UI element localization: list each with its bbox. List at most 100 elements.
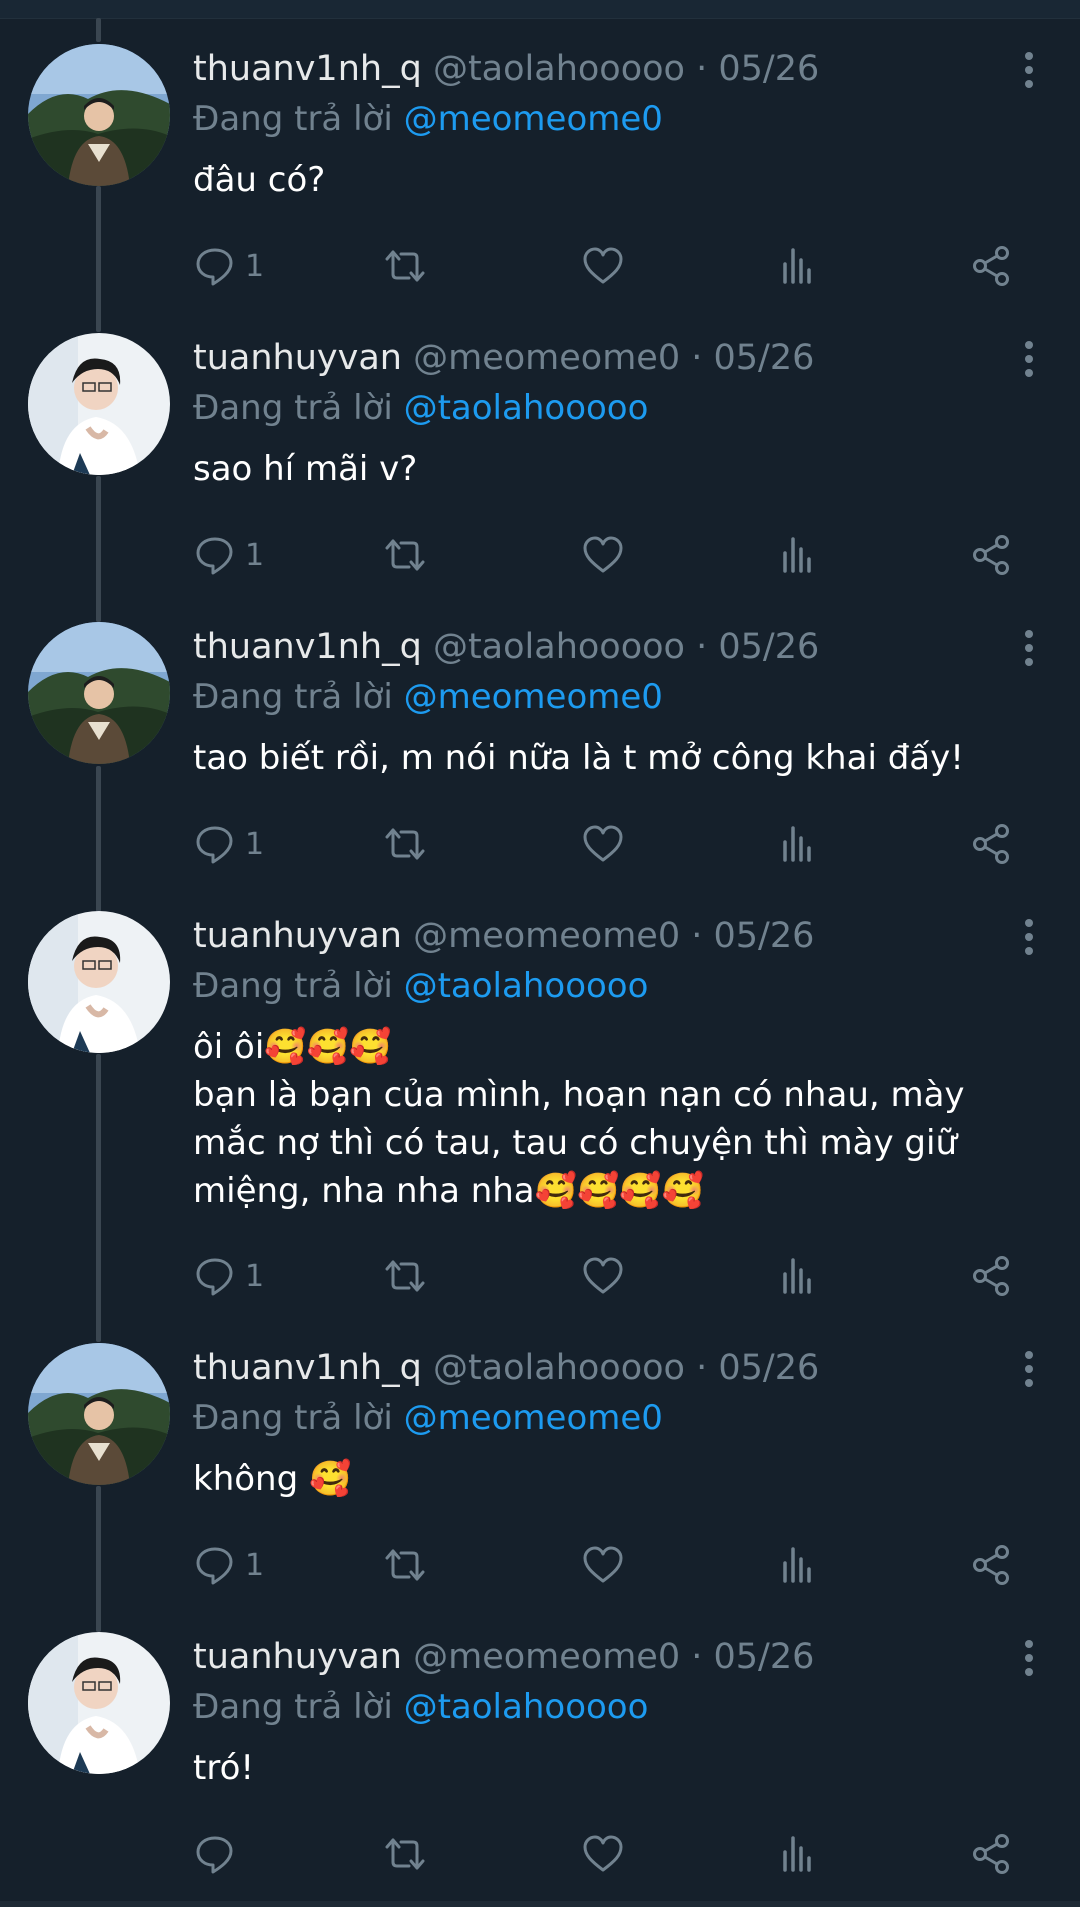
views-button[interactable] (775, 1250, 819, 1302)
replying-to-label: Đang trả lời (193, 1687, 393, 1727)
share-button[interactable] (969, 529, 1013, 581)
tweet-date[interactable]: 05/26 (718, 1348, 819, 1388)
heart-icon (583, 825, 623, 862)
reply-button[interactable]: 1 (193, 1250, 264, 1302)
share-button[interactable] (969, 1539, 1013, 1591)
like-button[interactable] (581, 818, 625, 870)
share-button[interactable] (969, 240, 1013, 292)
replying-to-label: Đang trả lời (193, 1398, 393, 1438)
reply-button[interactable]: 1 (193, 529, 264, 581)
views-button[interactable] (775, 529, 819, 581)
tweet-text: tao biết rồi, m nói nữa là t mở công kha… (193, 738, 964, 778)
share-icon (973, 246, 1009, 286)
retweet-icon (385, 1260, 425, 1292)
separator: · (691, 916, 703, 956)
reply-button[interactable] (193, 1828, 245, 1880)
analytics-icon (783, 1258, 811, 1294)
retweet-button[interactable] (383, 1250, 427, 1302)
tweet-text: sao hí mãi v? (193, 449, 418, 489)
more-vertical-icon[interactable] (1018, 630, 1040, 670)
like-button[interactable] (581, 1828, 625, 1880)
author-handle[interactable]: @taolahooooo (433, 49, 685, 89)
tweet-actions (193, 1828, 1023, 1880)
avatar[interactable] (28, 622, 170, 764)
retweet-button[interactable] (383, 1539, 427, 1591)
more-vertical-icon[interactable] (1018, 1640, 1040, 1680)
tweet-date[interactable]: 05/26 (718, 49, 819, 89)
like-button[interactable] (581, 1250, 625, 1302)
thread-line (96, 476, 101, 622)
like-button[interactable] (581, 240, 625, 292)
reply-mention[interactable]: @meomeome0 (404, 99, 663, 139)
share-icon (973, 1256, 1009, 1296)
views-button[interactable] (775, 1828, 819, 1880)
replying-to-label: Đang trả lời (193, 966, 393, 1006)
more-vertical-icon[interactable] (1018, 1351, 1040, 1391)
like-button[interactable] (581, 529, 625, 581)
avatar[interactable] (28, 911, 170, 1053)
tweet-date[interactable]: 05/26 (718, 627, 819, 667)
views-button[interactable] (775, 1539, 819, 1591)
author-name[interactable]: tuanhuyvan (193, 338, 402, 378)
reply-button[interactable]: 1 (193, 240, 264, 292)
views-button[interactable] (775, 818, 819, 870)
retweet-button[interactable] (383, 240, 427, 292)
thread-line (96, 766, 101, 912)
avatar[interactable] (28, 44, 170, 186)
reply-icon (196, 248, 233, 286)
reply-button[interactable]: 1 (193, 1539, 264, 1591)
author-handle[interactable]: @taolahooooo (433, 1348, 685, 1388)
analytics-icon (783, 1836, 811, 1872)
avatar-tuanhuyvan-image (28, 333, 170, 475)
author-name[interactable]: tuanhuyvan (193, 916, 402, 956)
retweet-button[interactable] (383, 818, 427, 870)
tweet-actions: 1 (193, 1539, 1023, 1591)
thread-line (96, 1054, 101, 1342)
author-handle[interactable]: @meomeome0 (413, 916, 680, 956)
more-vertical-icon[interactable] (1018, 341, 1040, 381)
share-icon (973, 1834, 1009, 1874)
reply-mention[interactable]: @taolahooooo (404, 966, 649, 1006)
tweet-date[interactable]: 05/26 (714, 338, 815, 378)
replying-to-label: Đang trả lời (193, 99, 393, 139)
retweet-button[interactable] (383, 1828, 427, 1880)
tweet-date[interactable]: 05/26 (714, 1637, 815, 1677)
like-button[interactable] (581, 1539, 625, 1591)
share-icon (973, 535, 1009, 575)
reply-mention[interactable]: @taolahooooo (404, 1687, 649, 1727)
heart-icon (583, 536, 623, 573)
author-handle[interactable]: @meomeome0 (413, 338, 680, 378)
share-button[interactable] (969, 1250, 1013, 1302)
tweet-date[interactable]: 05/26 (714, 916, 815, 956)
reply-button[interactable]: 1 (193, 818, 264, 870)
author-name[interactable]: tuanhuyvan (193, 1637, 402, 1677)
reply-count: 1 (245, 1258, 265, 1294)
retweet-icon (385, 250, 425, 282)
tweet-text: đâu có? (193, 160, 326, 200)
retweet-icon (385, 1549, 425, 1581)
avatar[interactable] (28, 333, 170, 475)
avatar[interactable] (28, 1343, 170, 1485)
reply-icon (196, 1547, 233, 1585)
reply-mention[interactable]: @meomeome0 (404, 1398, 663, 1438)
author-handle[interactable]: @meomeome0 (413, 1637, 680, 1677)
author-name[interactable]: thuanv1nh_q (193, 49, 422, 89)
retweet-button[interactable] (383, 529, 427, 581)
share-icon (973, 824, 1009, 864)
retweet-icon (385, 539, 425, 571)
share-button[interactable] (969, 1828, 1013, 1880)
avatar[interactable] (28, 1632, 170, 1774)
replying-to-label: Đang trả lời (193, 677, 393, 717)
more-vertical-icon[interactable] (1018, 919, 1040, 959)
author-handle[interactable]: @taolahooooo (433, 627, 685, 667)
separator: · (691, 338, 703, 378)
author-name[interactable]: thuanv1nh_q (193, 627, 422, 667)
replying-to-label: Đang trả lời (193, 388, 393, 428)
tweet-actions: 1 (193, 1250, 1023, 1302)
reply-mention[interactable]: @meomeome0 (404, 677, 663, 717)
share-button[interactable] (969, 818, 1013, 870)
more-vertical-icon[interactable] (1018, 52, 1040, 92)
author-name[interactable]: thuanv1nh_q (193, 1348, 422, 1388)
reply-mention[interactable]: @taolahooooo (404, 388, 649, 428)
views-button[interactable] (775, 240, 819, 292)
